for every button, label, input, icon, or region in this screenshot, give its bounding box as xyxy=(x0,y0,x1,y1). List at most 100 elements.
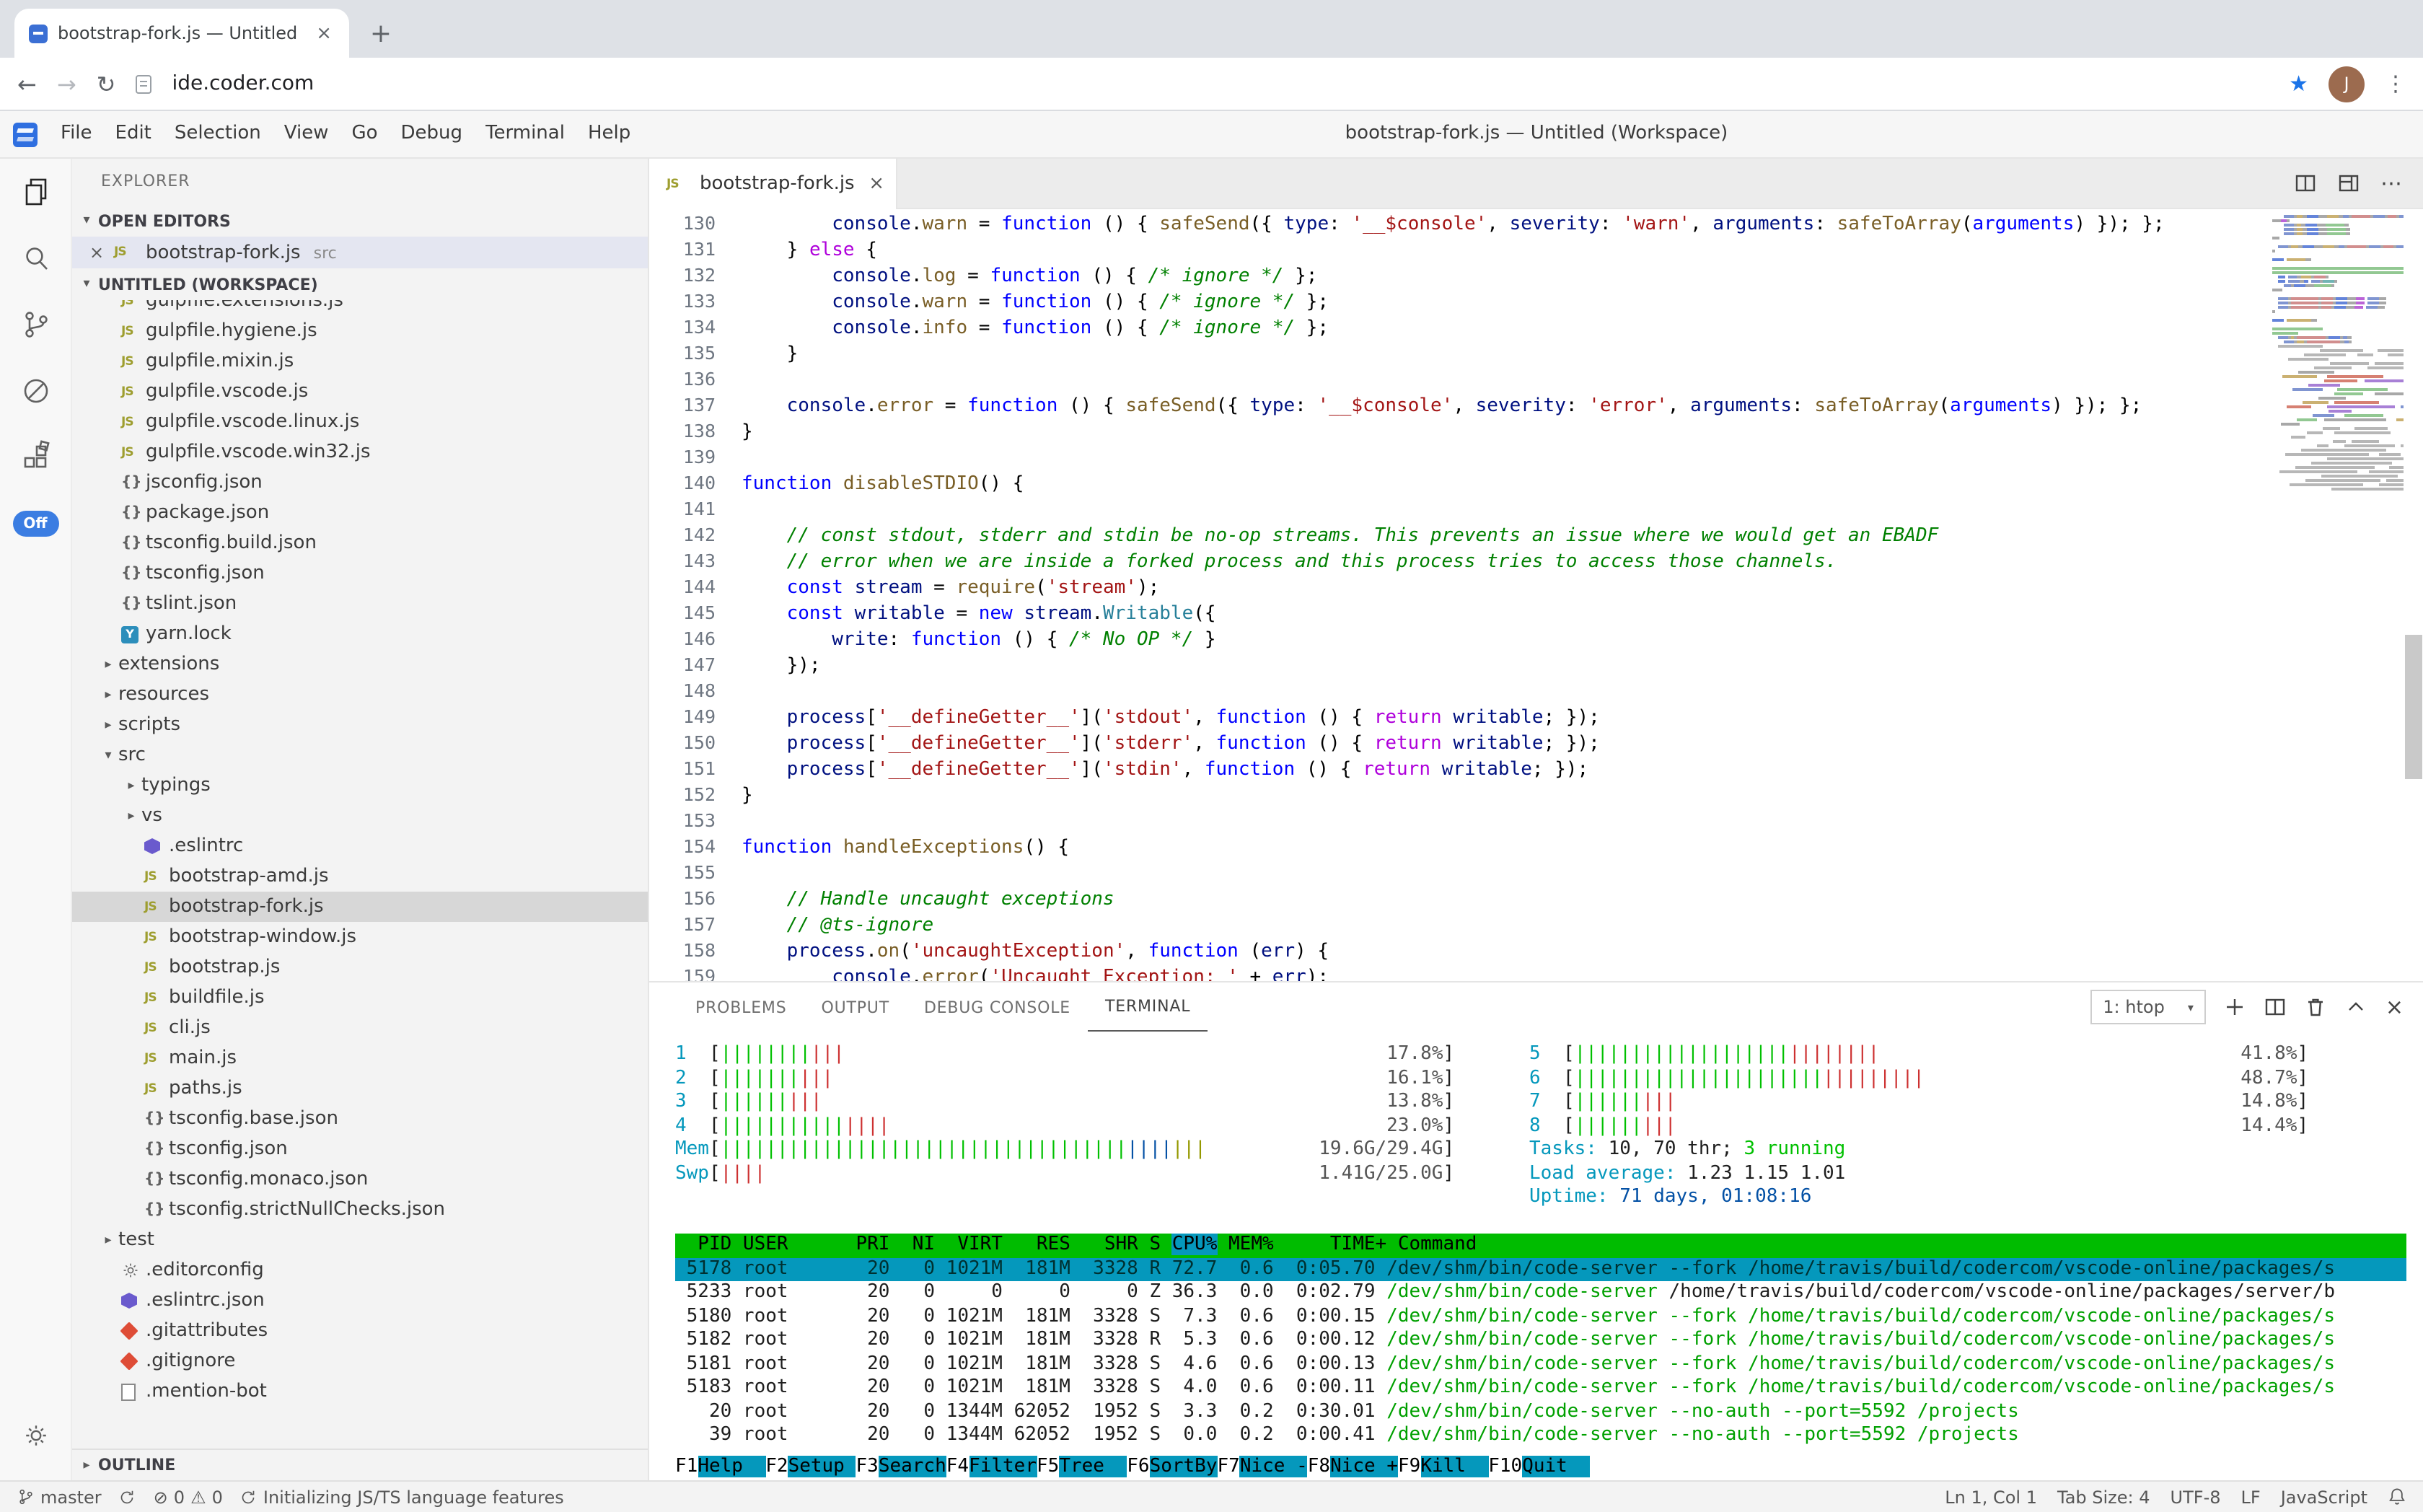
fkey-f9[interactable]: F9 xyxy=(1398,1456,1420,1477)
back-icon[interactable]: ← xyxy=(17,70,37,97)
terminal-view[interactable]: 1 [||||||||||| 17.8%]2 [|||||||||| 16.1%… xyxy=(649,1032,2423,1480)
tree-item-eslintrc[interactable]: .eslintrc xyxy=(72,831,648,861)
fkey-f8[interactable]: F8 xyxy=(1308,1456,1330,1477)
process-row-5183[interactable]: 5183 root 20 0 1021M 181M 3328 S 4.0 0.6… xyxy=(675,1376,2406,1400)
tree-item-tslint-json[interactable]: {}tslint.json xyxy=(72,589,648,619)
tree-item-gitignore[interactable]: .gitignore xyxy=(72,1346,648,1376)
search-icon[interactable] xyxy=(0,225,71,291)
tree-item-tsconfig-json[interactable]: {}tsconfig.json xyxy=(72,1134,648,1164)
status-tab-size[interactable]: Tab Size: 4 xyxy=(2057,1487,2150,1507)
fkey-label-filter[interactable]: Filter xyxy=(969,1456,1037,1477)
tree-item-jsconfig-json[interactable]: {}jsconfig.json xyxy=(72,467,648,498)
tree-item-eslintrc-json[interactable]: .eslintrc.json xyxy=(72,1285,648,1316)
htop-function-keys[interactable]: F1Help F2Setup F3SearchF4FilterF5Tree F6… xyxy=(675,1456,1590,1477)
status-branch[interactable]: master xyxy=(17,1487,102,1507)
status-sync[interactable] xyxy=(119,1488,136,1506)
debug-disabled-icon[interactable] xyxy=(0,358,71,424)
tab-close-icon[interactable]: × xyxy=(313,22,335,44)
tree-item-gulpfile-hygiene-js[interactable]: JSgulpfile.hygiene.js xyxy=(72,316,648,346)
process-row-5178[interactable]: 5178 root 20 0 1021M 181M 3328 R 72.7 0.… xyxy=(675,1257,2406,1281)
tree-item-bootstrap-amd-js[interactable]: JSbootstrap-amd.js xyxy=(72,861,648,892)
fkey-f5[interactable]: F5 xyxy=(1037,1456,1059,1477)
tree-item-main-js[interactable]: JSmain.js xyxy=(72,1043,648,1073)
kill-terminal-icon[interactable] xyxy=(2305,995,2328,1019)
open-editor-item[interactable]: × JS bootstrap-fork.js src xyxy=(72,237,648,268)
process-row-5182[interactable]: 5182 root 20 0 1021M 181M 3328 R 5.3 0.6… xyxy=(675,1329,2406,1353)
process-row-5181[interactable]: 5181 root 20 0 1021M 181M 3328 S 4.6 0.6… xyxy=(675,1353,2406,1376)
fkey-label-kill[interactable]: Kill xyxy=(1420,1456,1488,1477)
bookmark-star-icon[interactable]: ★ xyxy=(2289,71,2308,97)
status-cursor-position[interactable]: Ln 1, Col 1 xyxy=(1945,1487,2037,1507)
panel-tab-problems[interactable]: PROBLEMS xyxy=(678,983,804,1032)
tree-item-extensions[interactable]: ▸extensions xyxy=(72,649,648,680)
fkey-label-quit[interactable]: Quit xyxy=(1522,1456,1590,1477)
status-message[interactable]: Initializing JS/TS language features xyxy=(240,1487,564,1507)
split-editor-icon[interactable] xyxy=(2294,172,2317,195)
tree-item-bootstrap-fork-js[interactable]: JSbootstrap-fork.js xyxy=(72,892,648,922)
bell-icon[interactable] xyxy=(2388,1487,2406,1506)
tree-item-tsconfig-json[interactable]: {}tsconfig.json xyxy=(72,558,648,589)
tree-item-typings[interactable]: ▸typings xyxy=(72,770,648,801)
explorer-icon[interactable] xyxy=(0,159,71,225)
menu-edit[interactable]: Edit xyxy=(104,111,163,157)
tree-item-tsconfig-build-json[interactable]: {}tsconfig.build.json xyxy=(72,528,648,558)
app-logo-icon[interactable] xyxy=(13,122,38,146)
fkey-f4[interactable]: F4 xyxy=(946,1456,969,1477)
tree-item-paths-js[interactable]: JSpaths.js xyxy=(72,1073,648,1104)
process-row-39[interactable]: 39 root 20 0 1344M 62052 1952 S 0.0 0.2 … xyxy=(675,1424,2406,1448)
process-row-5180[interactable]: 5180 root 20 0 1021M 181M 3328 S 7.3 0.6… xyxy=(675,1305,2406,1329)
address-bar[interactable]: ide.coder.com xyxy=(172,72,2269,95)
editor-scrollbar[interactable] xyxy=(2404,209,2423,981)
tree-item-gulpfile-vscode-linux-js[interactable]: JSgulpfile.vscode.linux.js xyxy=(72,407,648,437)
editor-tab[interactable]: JS bootstrap-fork.js × xyxy=(649,159,897,209)
minimap[interactable] xyxy=(2266,209,2404,981)
tree-item-vs[interactable]: ▸vs xyxy=(72,801,648,831)
workspace-header[interactable]: ▾ UNTITLED (WORKSPACE) xyxy=(72,268,648,300)
panel-tab-debug-console[interactable]: DEBUG CONSOLE xyxy=(907,983,1088,1032)
tree-item-gulpfile-extensions-js[interactable]: JSgulpfile.extensions.js xyxy=(72,300,648,316)
process-row-20[interactable]: 20 root 20 0 1344M 62052 1952 S 3.3 0.2 … xyxy=(675,1400,2406,1424)
menu-view[interactable]: View xyxy=(273,111,340,157)
fkey-label-setup[interactable]: Setup xyxy=(788,1456,856,1477)
fkey-f6[interactable]: F6 xyxy=(1127,1456,1149,1477)
fkey-f1[interactable]: F1 xyxy=(675,1456,698,1477)
tree-item-yarn-lock[interactable]: Yyarn.lock xyxy=(72,619,648,649)
tree-item-test[interactable]: ▸test xyxy=(72,1225,648,1255)
close-editor-icon[interactable]: × xyxy=(87,242,107,263)
tree-item-cli-js[interactable]: JScli.js xyxy=(72,1013,648,1043)
menu-go[interactable]: Go xyxy=(340,111,389,157)
split-terminal-icon[interactable] xyxy=(2264,995,2287,1019)
menu-debug[interactable]: Debug xyxy=(390,111,475,157)
tab-close-icon[interactable]: × xyxy=(869,173,884,195)
fkey-f2[interactable]: F2 xyxy=(765,1456,788,1477)
tree-item-src[interactable]: ▾src xyxy=(72,740,648,770)
tree-item-package-json[interactable]: {}package.json xyxy=(72,498,648,528)
tree-item-scripts[interactable]: ▸scripts xyxy=(72,710,648,740)
layout-icon[interactable] xyxy=(2337,172,2360,195)
tree-item-gulpfile-mixin-js[interactable]: JSgulpfile.mixin.js xyxy=(72,346,648,377)
outline-header[interactable]: ▸ OUTLINE xyxy=(72,1449,648,1480)
new-tab-button[interactable]: + xyxy=(361,13,401,53)
browser-tab[interactable]: bootstrap-fork.js — Untitled (W × xyxy=(14,9,349,58)
sort-column-cpu[interactable]: CPU% xyxy=(1172,1234,1218,1255)
source-control-icon[interactable] xyxy=(0,291,71,358)
menu-file[interactable]: File xyxy=(49,111,104,157)
code-editor[interactable]: 130 console.warn = function () { safeSen… xyxy=(649,209,2423,981)
status-problems[interactable]: ⊘ 0 ⚠ 0 xyxy=(154,1487,223,1507)
tree-item-editorconfig[interactable]: .editorconfig xyxy=(72,1255,648,1285)
fkey-label-sortby[interactable]: SortBy xyxy=(1150,1456,1218,1477)
panel-tab-terminal[interactable]: TERMINAL xyxy=(1088,983,1208,1032)
tree-item-gitattributes[interactable]: .gitattributes xyxy=(72,1316,648,1346)
tree-item-gulpfile-vscode-js[interactable]: JSgulpfile.vscode.js xyxy=(72,377,648,407)
fkey-label-tree[interactable]: Tree xyxy=(1059,1456,1127,1477)
open-editors-header[interactable]: ▾ OPEN EDITORS xyxy=(72,205,648,237)
tree-item-tsconfig-strictnullchecks-json[interactable]: {}tsconfig.strictNullChecks.json xyxy=(72,1195,648,1225)
fkey-f7[interactable]: F7 xyxy=(1218,1456,1240,1477)
tree-item-bootstrap-js[interactable]: JSbootstrap.js xyxy=(72,952,648,983)
status-eol[interactable]: LF xyxy=(2241,1487,2261,1507)
tree-item-bootstrap-window-js[interactable]: JSbootstrap-window.js xyxy=(72,922,648,952)
off-toggle-badge[interactable]: Off xyxy=(12,511,58,537)
reload-icon[interactable]: ↻ xyxy=(97,70,116,97)
avatar[interactable]: J xyxy=(2329,66,2365,102)
tree-item-mention-bot[interactable]: .mention-bot xyxy=(72,1376,648,1407)
